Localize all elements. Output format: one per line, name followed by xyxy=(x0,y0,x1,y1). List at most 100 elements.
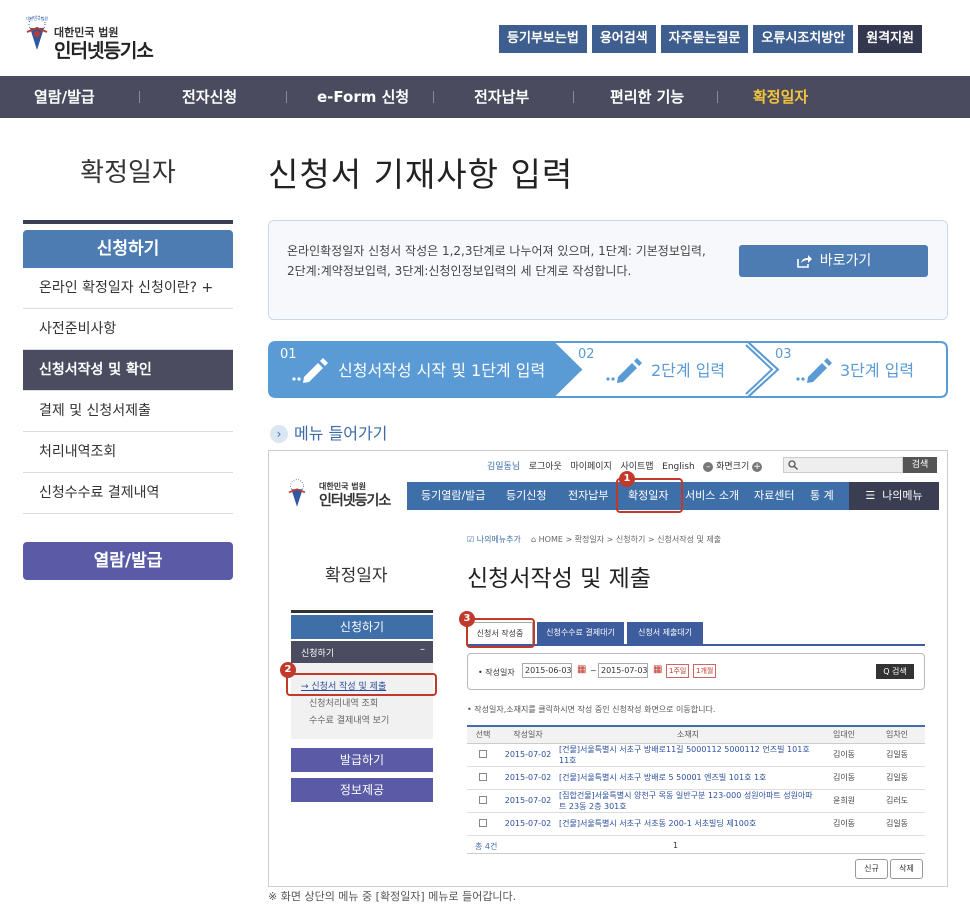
nav-item-convenience[interactable]: 편리한 기능 xyxy=(610,76,684,118)
row-date[interactable]: 2015-07-02 xyxy=(499,766,557,790)
row-checkbox[interactable] xyxy=(479,749,487,758)
shot-delete-button[interactable]: 삭제 xyxy=(890,859,923,879)
row-checkbox[interactable] xyxy=(479,818,487,827)
shot-mypage-link[interactable]: 마이페이지 xyxy=(570,462,611,472)
shot-page-title: 신청서작성 및 제출 xyxy=(467,566,651,592)
sidebar-view-issue-button[interactable]: 열람/발급 xyxy=(23,542,233,580)
zoom-in-icon[interactable]: + xyxy=(752,462,763,472)
calendar-icon[interactable]: ▦ xyxy=(577,664,586,675)
shot-nav-data[interactable]: 자료센터 xyxy=(754,482,794,510)
sidebar-item-write-confirm[interactable]: 신청서작성 및 확인 xyxy=(23,350,233,391)
highlight-box-3 xyxy=(466,618,535,648)
row-date[interactable]: 2015-07-02 xyxy=(499,812,557,836)
row-address[interactable]: [건물]서울특별시 서초구 방배로11길 5000112 5000112 언즈빌… xyxy=(557,743,819,767)
shot-tab-submit-wait[interactable]: 신청서 제출대기 xyxy=(627,622,703,644)
shot-nav-stats[interactable]: 통 계 xyxy=(810,482,834,510)
row-address[interactable]: [건물]서울특별시 서초구 방배로 5 50001 엔즈빌 101호 1호 xyxy=(557,766,819,790)
shot-date-to-input[interactable]: 2015-07-03 xyxy=(598,663,648,678)
zoom-out-icon[interactable]: – xyxy=(703,462,714,472)
sidebar-item-about-online[interactable]: 온라인 확정일자 신청이란? + xyxy=(23,268,233,309)
col-lessor: 임대인 xyxy=(819,725,869,744)
shot-logo[interactable]: 대한민국 법원 인터넷등기소 xyxy=(285,475,415,515)
row-address[interactable]: [집합건물]서울특별시 양천구 목동 일반구분 123-000 성원아파트 성원… xyxy=(557,789,819,813)
step-3-label: 3단계 입력 xyxy=(840,361,915,380)
table-row[interactable]: 2015-07-02 [건물]서울특별시 서초구 서초동 200-1 서초빌딩 … xyxy=(467,812,925,836)
shot-1week-button[interactable]: 1주일 xyxy=(666,664,690,678)
nav-item-eform[interactable]: e-Form 신청 xyxy=(317,76,409,118)
step-badge-3: 3 xyxy=(459,611,475,627)
row-address[interactable]: [건물]서울특별시 서초구 서초동 200-1 서초빌딩 제100호 xyxy=(557,812,819,836)
shot-logout-link[interactable]: 로그아웃 xyxy=(529,462,562,472)
shot-search-submit[interactable]: Q 검색 xyxy=(876,664,914,679)
term-search-button[interactable]: 용어검색 xyxy=(591,25,656,53)
nav-item-e-application[interactable]: 전자신청 xyxy=(182,76,237,118)
shot-side-title: 확정일자 xyxy=(325,566,388,586)
nav-item-view-issue[interactable]: 열람/발급 xyxy=(34,76,95,118)
row-lessor: 김이동 xyxy=(819,743,869,767)
remote-support-button[interactable]: 원격지원 xyxy=(858,25,922,53)
step-3-number: 03 xyxy=(775,347,792,362)
registry-guide-button[interactable]: 등기부보는법 xyxy=(499,25,587,53)
sidebar-title: 확정일자 xyxy=(80,158,176,188)
faq-button[interactable]: 자주묻는질문 xyxy=(660,25,749,53)
shot-page-number[interactable]: 1 xyxy=(673,841,678,850)
shot-side-head[interactable]: 신청하기 xyxy=(291,615,433,639)
menu-enter-link[interactable]: › 메뉴 들어가기 xyxy=(270,420,387,444)
shot-new-button[interactable]: 신규 xyxy=(855,859,888,879)
nav-item-e-payment[interactable]: 전자납부 xyxy=(474,76,529,118)
sidebar-item-preparation[interactable]: 사전준비사항 xyxy=(23,309,233,350)
nav-item-fixed-date[interactable]: 확정일자 xyxy=(753,76,808,118)
checkbox-icon: ☑ xyxy=(467,535,475,544)
hamburger-icon: ☰ xyxy=(865,489,876,502)
logo-big-text: 인터넷등기소 xyxy=(54,40,154,62)
row-checkbox[interactable] xyxy=(479,795,487,804)
shot-side-fee[interactable]: 수수료 결제내역 보기 xyxy=(309,713,389,726)
shot-nav-payment[interactable]: 전자납부 xyxy=(568,482,608,510)
site-logo[interactable]: 대한민국법원 대한민국 법원 인터넷등기소 xyxy=(22,14,192,62)
shot-add-my-menu[interactable]: ☑ 나의메뉴추가 xyxy=(467,534,521,545)
shot-nav-service[interactable]: 서비스 소개 xyxy=(685,482,739,510)
sidebar-section-apply[interactable]: 신청하기 xyxy=(23,230,233,268)
calendar-icon[interactable]: ▦ xyxy=(653,664,662,675)
row-lessor: 김이동 xyxy=(819,812,869,836)
shot-nav-registry[interactable]: 등기열람/발급 xyxy=(421,482,485,510)
error-fix-button[interactable]: 오류시조치방안 xyxy=(753,25,854,53)
home-icon: ⌂ xyxy=(531,535,537,544)
shot-side-sub-head[interactable]: 신청하기 – xyxy=(291,641,433,663)
nav-divider xyxy=(433,91,434,103)
tilde-separator: ~ xyxy=(590,666,597,675)
step-1-label: 신청서작성 시작 및 1단계 입력 xyxy=(338,361,546,380)
table-row[interactable]: 2015-07-02 [건물]서울특별시 서초구 방배로11길 5000112 … xyxy=(467,743,925,767)
row-date[interactable]: 2015-07-02 xyxy=(499,789,557,813)
shot-date-from-input[interactable]: 2015-06-03 xyxy=(522,663,572,678)
pencil-icon xyxy=(292,358,328,383)
row-lessor: 윤희원 xyxy=(819,789,869,813)
shortcut-button[interactable]: 바로가기 xyxy=(739,245,928,277)
example-screenshot: 김일동님 로그아웃 마이페이지 사이트맵 English – 화면크기 + 검색… xyxy=(268,450,948,887)
sidebar-item-fee-history[interactable]: 신청수수료 결제내역 xyxy=(23,473,233,514)
shot-my-menu-button[interactable]: ☰ 나의메뉴 xyxy=(849,482,939,510)
shot-nav-apply[interactable]: 등기신청 xyxy=(506,482,546,510)
collapse-icon: – xyxy=(420,644,425,655)
table-row[interactable]: 2015-07-02 [집합건물]서울특별시 양천구 목동 일반구분 123-0… xyxy=(467,789,925,813)
pencil-icon xyxy=(796,358,832,383)
shot-english-link[interactable]: English xyxy=(662,462,695,472)
sidebar-item-history[interactable]: 처리내역조회 xyxy=(23,432,233,473)
shot-side-issue-button[interactable]: 발급하기 xyxy=(291,748,433,772)
shot-side-info-button[interactable]: 정보제공 xyxy=(291,778,433,802)
shot-date-label: • 작성일자 xyxy=(478,668,515,677)
shot-tab-fee-wait[interactable]: 신청수수료 결제대기 xyxy=(537,622,624,644)
row-checkbox[interactable] xyxy=(479,772,487,781)
highlight-box-2 xyxy=(286,673,437,696)
shot-search-button[interactable]: 검색 xyxy=(903,457,937,473)
shot-1month-button[interactable]: 1개월 xyxy=(693,664,717,678)
row-date[interactable]: 2015-07-02 xyxy=(499,743,557,767)
nav-divider xyxy=(717,91,718,103)
sidebar-item-pay-submit[interactable]: 결제 및 신청서제출 xyxy=(23,391,233,432)
shot-search-input[interactable] xyxy=(783,457,903,473)
shot-side-history[interactable]: 신청처리내역 조회 xyxy=(309,696,378,709)
shot-search-filter: • 작성일자 2015-06-03 ▦ ~ 2015-07-03 ▦ 1주일 1… xyxy=(467,653,925,690)
col-address: 소재지 xyxy=(557,725,819,744)
shot-add-my-menu-label: 나의메뉴추가 xyxy=(476,535,521,544)
table-row[interactable]: 2015-07-02 [건물]서울특별시 서초구 방배로 5 50001 엔즈빌… xyxy=(467,766,925,790)
